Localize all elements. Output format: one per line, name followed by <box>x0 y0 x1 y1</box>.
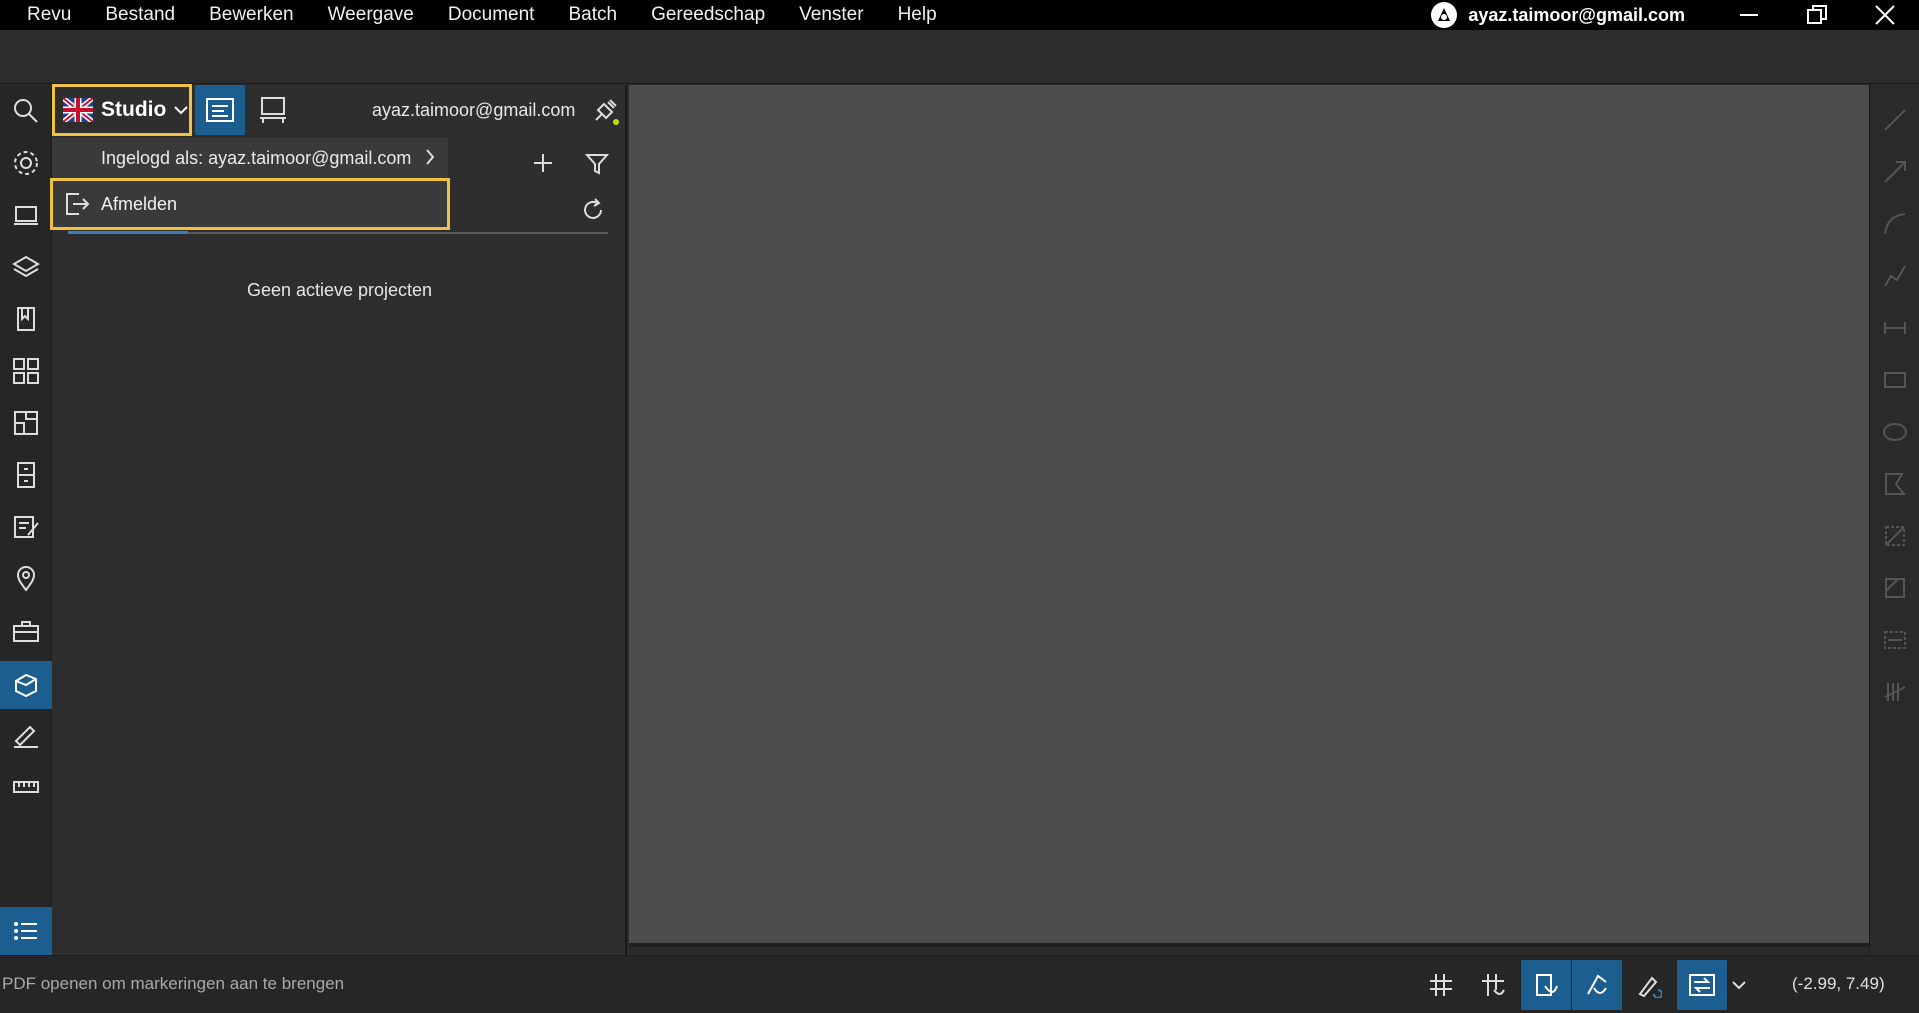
menu-bewerken[interactable]: Bewerken <box>192 0 311 30</box>
area-tool-icon[interactable] <box>1878 519 1912 553</box>
bookmark-icon[interactable] <box>6 299 46 339</box>
logged-in-menu-item[interactable]: Ingelogd als: ayaz.taimoor@gmail.com <box>52 138 448 178</box>
arrow-tool-icon[interactable] <box>1878 155 1912 189</box>
menu-help[interactable]: Help <box>881 0 954 30</box>
logout-icon <box>63 190 91 218</box>
empty-projects-message: Geen actieve projecten <box>246 280 433 300</box>
length-tool-icon[interactable] <box>1878 623 1912 657</box>
connection-plug-icon[interactable] <box>590 96 620 126</box>
left-rail <box>0 85 52 955</box>
snap-to-content-button[interactable] <box>1521 960 1571 1010</box>
studio-button[interactable]: Studio <box>52 84 192 136</box>
refresh-icon[interactable] <box>580 197 606 223</box>
polygon-tool-icon[interactable] <box>1878 467 1912 501</box>
menu-gereedschap[interactable]: Gereedschap <box>634 0 782 30</box>
reuse-markup-button[interactable] <box>1624 960 1674 1010</box>
thumbnails-icon[interactable] <box>6 351 46 391</box>
studio-label: Studio <box>101 98 167 121</box>
right-tool-rail <box>1869 85 1919 955</box>
count-tool-icon[interactable] <box>1878 675 1912 709</box>
rectangle-tool-icon[interactable] <box>1878 363 1912 397</box>
account-name[interactable]: ayaz.taimoor@gmail.com <box>1468 5 1685 26</box>
projects-tab[interactable] <box>248 85 298 135</box>
gear-icon[interactable] <box>6 143 46 183</box>
main-menu: Revu Bestand Bewerken Weergave Document … <box>0 0 954 30</box>
logout-menu-item[interactable]: Afmelden <box>50 178 450 230</box>
cursor-coordinates: (-2.99, 7.49) <box>1792 974 1885 993</box>
polyline-tool-icon[interactable] <box>1878 259 1912 293</box>
snap-content-icon <box>1533 972 1559 998</box>
menu-bestand[interactable]: Bestand <box>88 0 192 30</box>
menu-document[interactable]: Document <box>431 0 552 30</box>
user-email: ayaz.taimoor@gmail.com <box>372 100 576 120</box>
location-pin-icon[interactable] <box>6 559 46 599</box>
list-icon[interactable] <box>0 907 52 955</box>
menu-venster[interactable]: Venster <box>782 0 880 30</box>
window-controls: ayaz.taimoor@gmail.com <box>1430 0 1919 30</box>
measurements-icon[interactable] <box>6 767 46 807</box>
restore-button[interactable] <box>1783 0 1851 30</box>
logged-in-text: Ingelogd als: ayaz.taimoor@gmail.com <box>101 147 412 168</box>
uk-flag-icon <box>63 98 93 122</box>
menu-bar: Revu Bestand Bewerken Weergave Document … <box>0 0 1919 30</box>
menu-weergave[interactable]: Weergave <box>311 0 431 30</box>
menu-batch[interactable]: Batch <box>551 0 634 30</box>
active-tab-indicator <box>68 231 188 234</box>
snap-grid-icon <box>1480 972 1506 998</box>
snap-markup-icon <box>1584 972 1610 998</box>
close-button[interactable] <box>1851 0 1919 30</box>
tray-icon[interactable] <box>6 195 46 235</box>
filter-icon[interactable] <box>585 152 609 176</box>
toolbar-strip <box>0 30 1919 84</box>
sync-button[interactable] <box>1677 960 1727 1010</box>
grid-icon <box>1428 972 1454 998</box>
snap-to-markup-button[interactable] <box>1572 960 1622 1010</box>
desk-icon <box>258 96 288 124</box>
volume-tool-icon[interactable] <box>1878 571 1912 605</box>
line-tool-icon[interactable] <box>1878 103 1912 137</box>
chevron-down-icon <box>1732 980 1746 990</box>
grid-button[interactable] <box>1416 960 1466 1010</box>
sessions-tab[interactable] <box>195 85 245 135</box>
chevron-down-icon <box>174 105 189 115</box>
search-icon[interactable] <box>6 91 46 131</box>
chevron-right-icon <box>424 147 436 167</box>
logout-label: Afmelden <box>101 193 178 214</box>
minimize-button[interactable] <box>1715 0 1783 30</box>
sync-options-dropdown[interactable] <box>1726 960 1752 1010</box>
signature-icon[interactable] <box>6 715 46 755</box>
toolbox-icon[interactable] <box>6 611 46 651</box>
pen-refresh-icon <box>1636 972 1662 998</box>
status-message: PDF openen om markeringen aan te brengen <box>2 974 345 993</box>
document-lines-icon <box>205 97 235 123</box>
bluebeam-logo-icon <box>1430 1 1458 29</box>
file-cabinet-icon[interactable] <box>6 455 46 495</box>
snap-to-grid-button[interactable] <box>1468 960 1518 1010</box>
markups-list-icon[interactable] <box>6 507 46 547</box>
document-canvas[interactable] <box>629 85 1869 947</box>
studio-icon[interactable] <box>0 661 52 709</box>
dimension-tool-icon[interactable] <box>1878 311 1912 345</box>
menu-revu[interactable]: Revu <box>10 0 88 30</box>
status-bar: PDF openen om markeringen aan te brengen <box>0 955 1919 1013</box>
ellipse-tool-icon[interactable] <box>1878 415 1912 449</box>
arc-tool-icon[interactable] <box>1878 207 1912 241</box>
spaces-icon[interactable] <box>6 403 46 443</box>
sync-arrows-icon <box>1688 972 1716 998</box>
layers-icon[interactable] <box>6 247 46 287</box>
add-icon[interactable] <box>532 152 554 174</box>
